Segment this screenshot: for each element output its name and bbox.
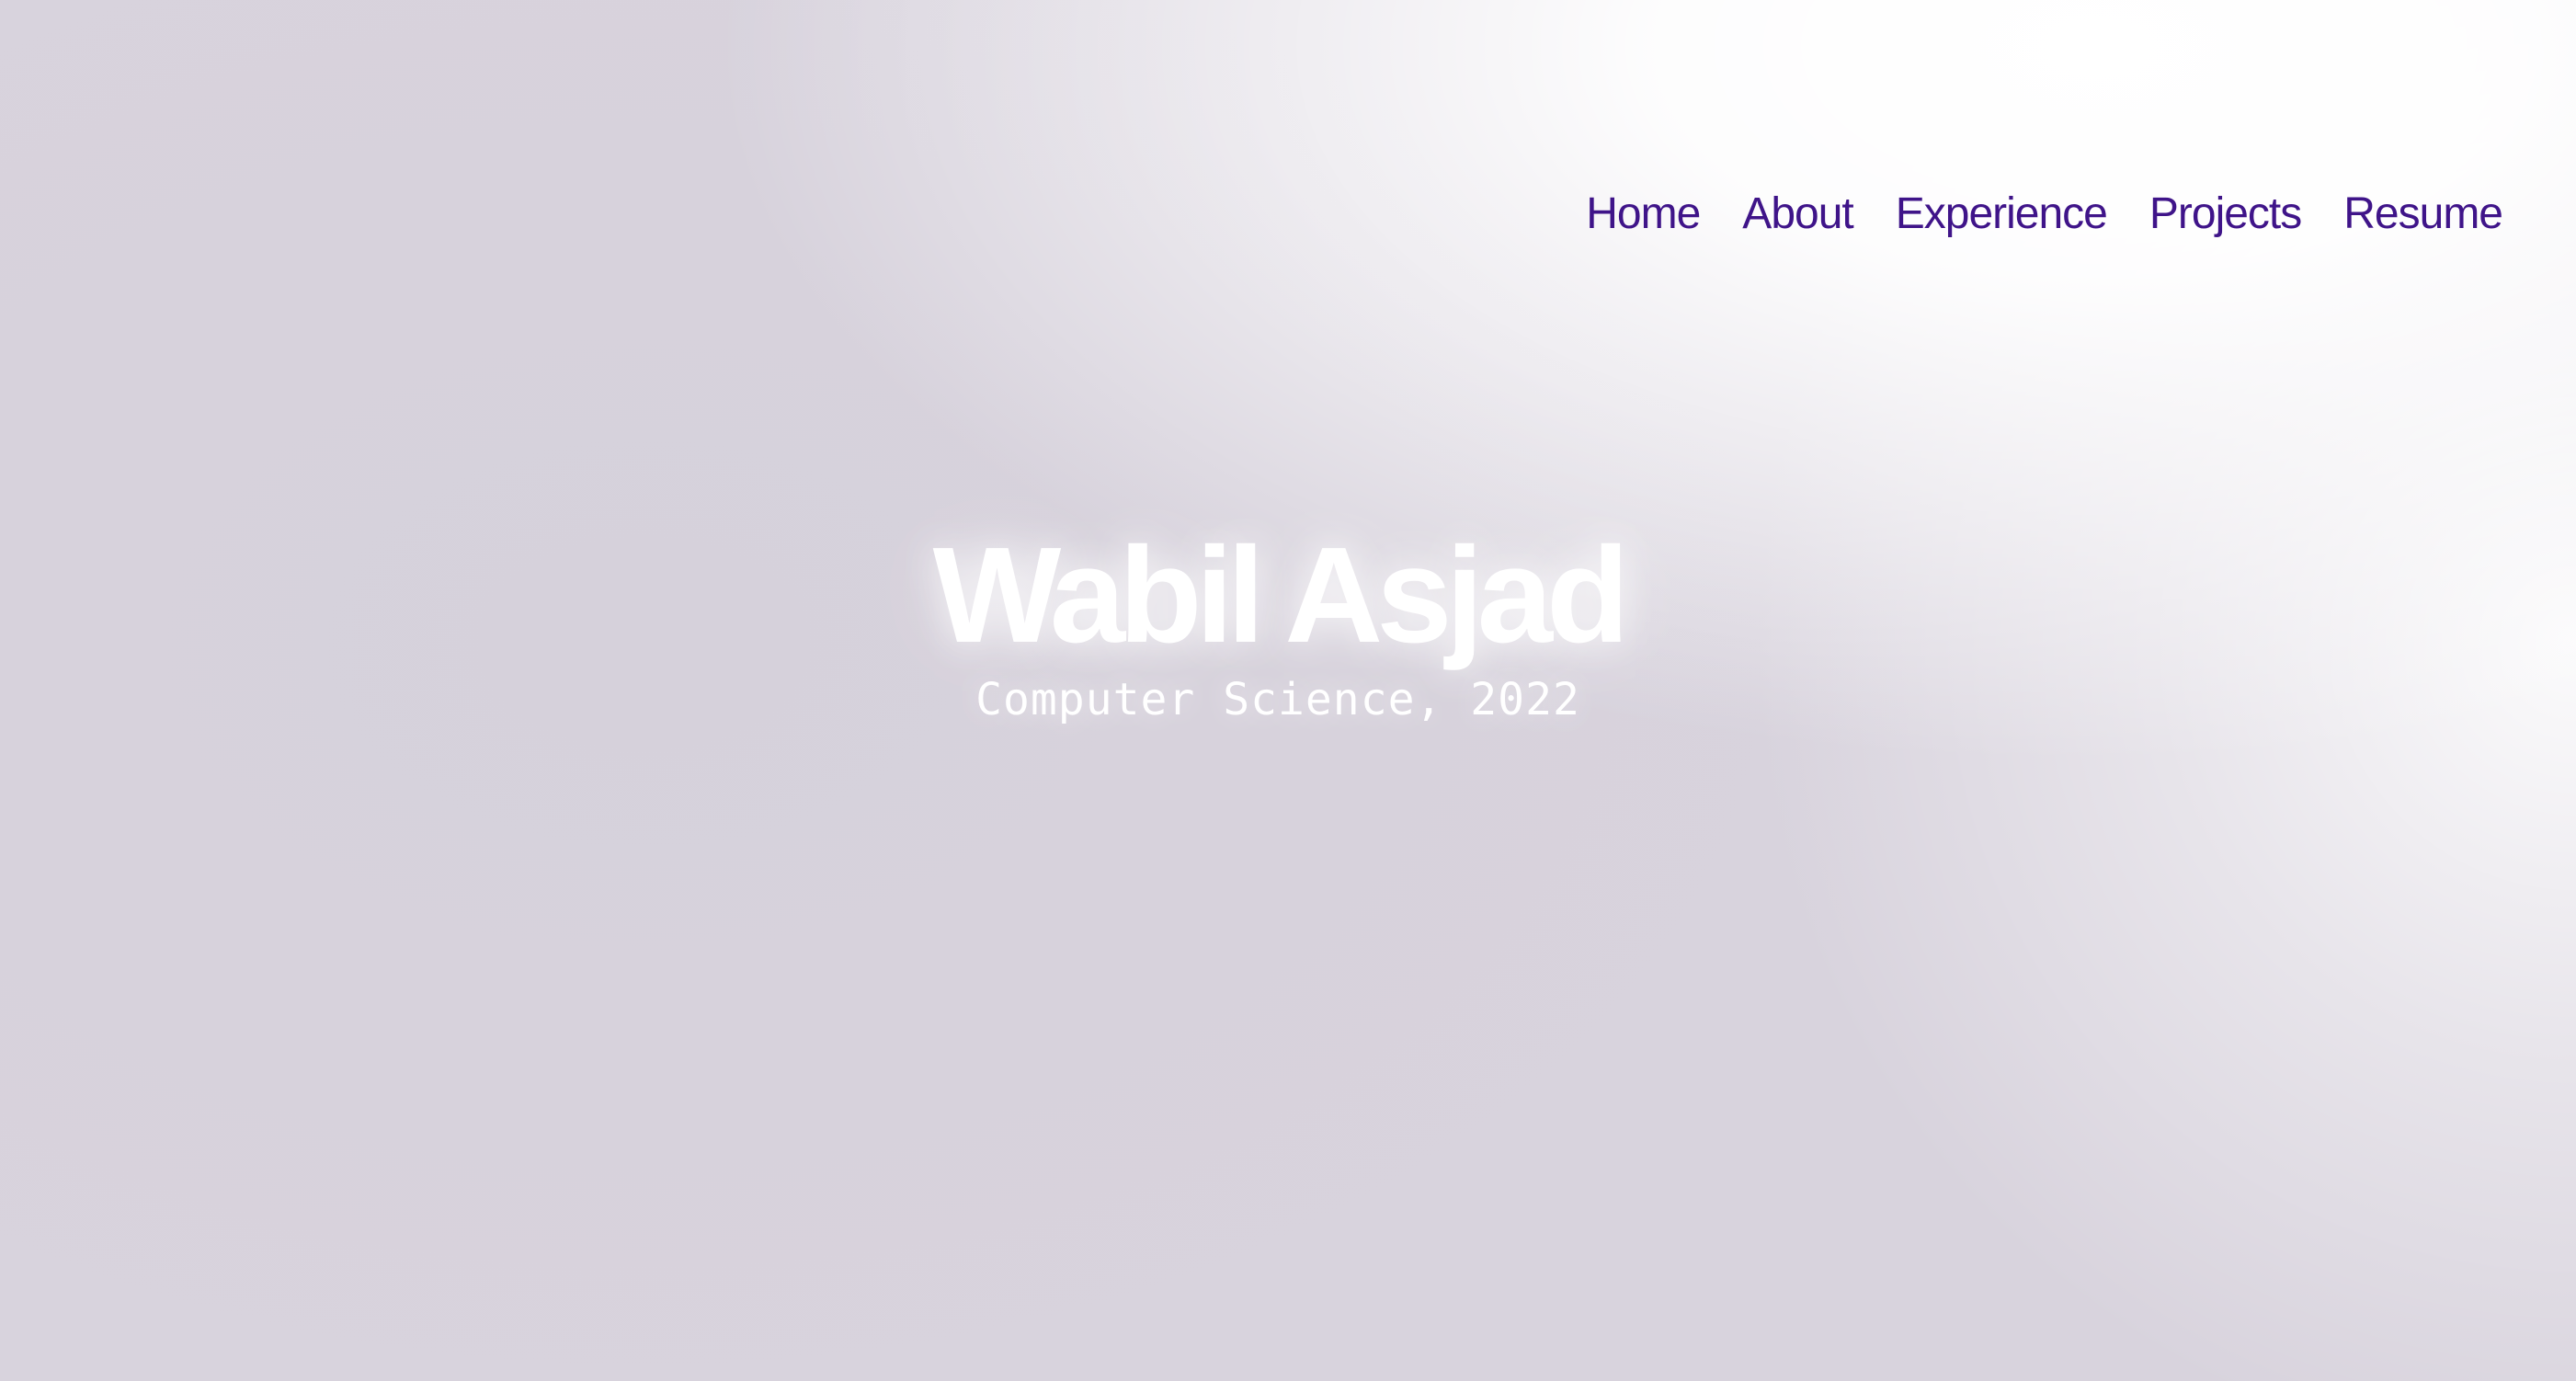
hero-section: Wabil Asjad Computer Science, 2022 bbox=[0, 519, 2556, 726]
nav-link-projects[interactable]: Projects bbox=[2149, 188, 2302, 239]
nav-link-resume[interactable]: Resume bbox=[2343, 188, 2503, 239]
main-navigation: Home About Experience Projects Resume bbox=[1544, 188, 2503, 239]
nav-link-home[interactable]: Home bbox=[1586, 188, 1701, 239]
nav-link-experience[interactable]: Experience bbox=[1896, 188, 2108, 239]
hero-subtitle: Computer Science, 2022 bbox=[975, 674, 1580, 726]
nav-link-about[interactable]: About bbox=[1742, 188, 1853, 239]
hero-name: Wabil Asjad bbox=[932, 519, 1630, 671]
